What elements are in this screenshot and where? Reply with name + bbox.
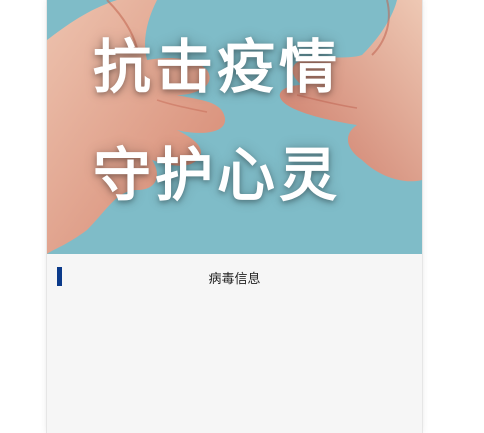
hero-banner: 抗击疫情 守护心灵 [47,0,422,254]
virus-info-section: 病毒信息 [47,254,422,433]
banner-title-line1: 抗击疫情 [93,33,342,101]
app-page: 抗击疫情 守护心灵 病毒信息 [46,0,423,433]
banner-title-line2: 守护心灵 [93,141,342,209]
section-title[interactable]: 病毒信息 [47,268,422,287]
